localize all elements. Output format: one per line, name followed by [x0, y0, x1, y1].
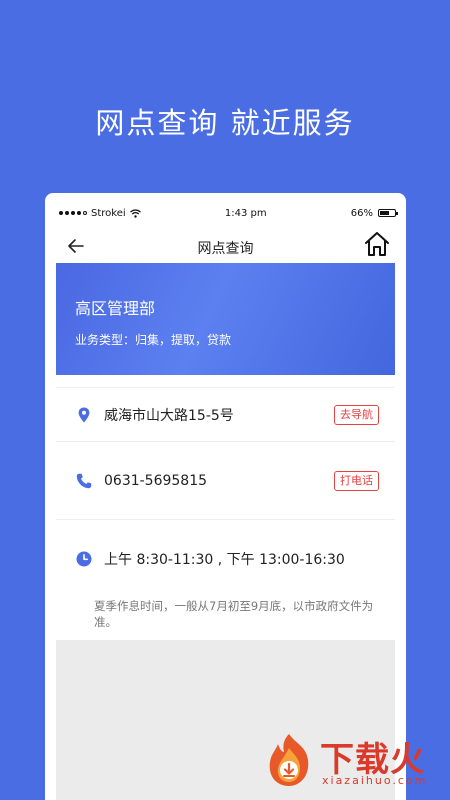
nav-bar: 网点查询 [45, 232, 406, 263]
branch-business-type: 业务类型：归集，提取，贷款 [75, 333, 232, 347]
status-bar: Strokei 1:43 pm 66% [45, 193, 406, 233]
headline: 网点查询 就近服务 [95, 106, 355, 140]
phone-row: 0631-5695815 打电话 [56, 442, 395, 520]
back-arrow-icon[interactable] [65, 235, 87, 257]
watermark: 下载火 xiazaihuo.com [260, 730, 440, 794]
call-button[interactable]: 打电话 [334, 470, 379, 491]
watermark-url: xiazaihuo.com [322, 774, 428, 787]
battery-icon [378, 209, 398, 217]
signal-icon [59, 211, 87, 215]
location-pin-icon [76, 407, 92, 423]
battery-percent: 66% [350, 207, 373, 219]
carrier-name: Strokei [91, 207, 126, 219]
branch-card: 高区管理部 业务类型：归集，提取，贷款 [56, 263, 395, 375]
navigate-button[interactable]: 去导航 [334, 404, 379, 425]
clock-icon [76, 551, 92, 567]
address-text: 威海市山大路15-5号 [104, 407, 234, 424]
phone-number: 0631-5695815 [104, 472, 208, 489]
page-title: 网点查询 [197, 241, 254, 257]
status-time: 1:43 pm [224, 207, 267, 219]
hours-note: 夏季作息时间，一般从7月初至9月底，以市政府文件为准。 [94, 599, 374, 629]
branch-name: 高区管理部 [75, 299, 156, 318]
phone-frame: Strokei 1:43 pm 66% 网点查询 高区管理部 业务类型：归集，提… [45, 193, 406, 800]
hours-row: 上午 8:30-11:30 , 下午 13:00-16:30 [56, 520, 395, 598]
phone-icon [76, 473, 92, 489]
wifi-icon [129, 208, 141, 218]
hours-text: 上午 8:30-11:30 , 下午 13:00-16:30 [104, 552, 345, 568]
flame-logo-icon [269, 734, 309, 786]
home-icon[interactable] [362, 229, 392, 259]
address-row: 威海市山大路15-5号 去导航 [56, 387, 395, 442]
